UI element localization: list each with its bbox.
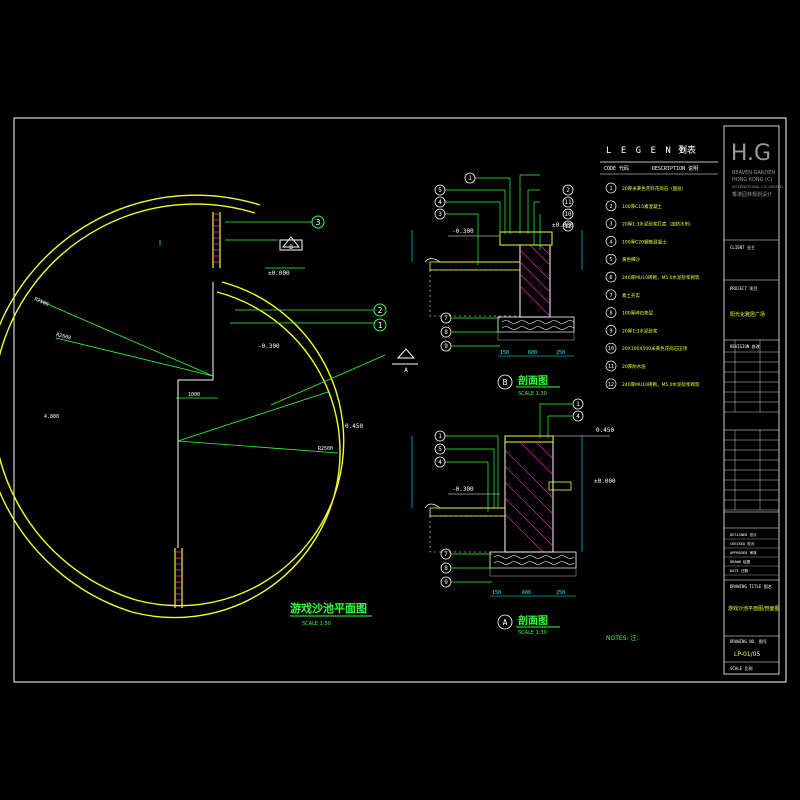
svg-text:REVISION 修改: REVISION 修改	[730, 343, 760, 349]
svg-text:1: 1	[576, 401, 580, 408]
plan-scale: SCALE 1:50	[302, 621, 331, 627]
svg-text:DRAWING NO. 图号: DRAWING NO. 图号	[730, 638, 767, 644]
svg-text:B: B	[289, 244, 293, 251]
legend-code: 3	[609, 222, 612, 228]
company-logo: H.G	[731, 141, 771, 166]
svg-text:PROJECT 项目: PROJECT 项目	[730, 285, 757, 291]
svg-text:3: 3	[316, 218, 321, 227]
legend-code: 2	[609, 204, 612, 210]
svg-text:8: 8	[444, 329, 448, 336]
svg-text:A: A	[404, 367, 408, 374]
svg-text:4: 4	[576, 413, 580, 420]
legend-code: 4	[609, 239, 612, 245]
project-name: 阳光化雅居广场	[730, 311, 765, 318]
cad-drawing-sheet: 3 2 1 B A ±0.000 -0.300 0.450 R2500 R260…	[0, 0, 800, 800]
legend-title-cn: 列表	[678, 144, 696, 156]
svg-text:0.450: 0.450	[596, 427, 614, 434]
sign-row-label: APPROVED 审核	[730, 550, 757, 555]
svg-text:DESCRIPTION 说明: DESCRIPTION 说明	[652, 165, 698, 172]
svg-text:SCALE 1:30: SCALE 1:30	[518, 391, 547, 397]
legend-code: 9	[609, 328, 612, 334]
svg-text:150: 150	[492, 590, 501, 596]
svg-text:BEAVEN GARDEN: BEAVEN GARDEN	[732, 170, 775, 176]
legend-description: 240厚MU10砖砌，M5.0水泥砂浆砌筑	[622, 381, 700, 388]
svg-text:香港园林规划设计: 香港园林规划设计	[732, 191, 772, 198]
svg-text:9: 9	[444, 343, 448, 350]
legend-code: 12	[608, 382, 614, 388]
sign-row-label: DATE 日期	[730, 568, 748, 573]
legend-description: 240厚MU10砖砌，M5.0水泥砂浆砌筑	[622, 274, 700, 281]
svg-text:7: 7	[444, 551, 448, 558]
svg-text:-0.300: -0.300	[452, 486, 474, 493]
plan-title: 游戏沙池平面图	[290, 601, 367, 615]
drawing-title: 游戏沙池平面图/剖面图	[728, 605, 780, 612]
legend-description: 20厚1:3水泥砂浆打底（加防水剂）	[622, 221, 693, 228]
svg-text:10: 10	[564, 211, 572, 218]
svg-text:B: B	[503, 378, 508, 387]
legend-code: 8	[609, 311, 612, 317]
plan-dim-stair: 1000	[188, 392, 200, 398]
svg-text:600: 600	[528, 350, 537, 356]
svg-text:2: 2	[566, 187, 570, 194]
legend-description: 黄色细沙	[622, 256, 640, 263]
plan-dim-left-mid: 4.800	[44, 414, 59, 420]
plan-level-center: -0.300	[258, 343, 280, 350]
svg-text:A: A	[503, 618, 508, 627]
plan-level-right: 0.450	[345, 423, 363, 430]
svg-text:5: 5	[438, 187, 442, 194]
svg-text:1: 1	[378, 321, 383, 330]
svg-text:HONG KONG (C): HONG KONG (C)	[732, 177, 772, 183]
svg-text:600: 600	[522, 590, 531, 596]
svg-text:8: 8	[444, 565, 448, 572]
legend-description: 20厚防水层	[622, 363, 646, 370]
legend-description: 100厚C15素混凝土	[622, 203, 662, 210]
legend-title: L E G E N D	[606, 146, 688, 156]
svg-text:1: 1	[438, 433, 442, 440]
legend-description: 素土夯实	[622, 292, 640, 299]
legend-description: 100厚碎石垫层	[622, 310, 654, 317]
svg-text:12: 12	[564, 223, 572, 230]
svg-text:-0.300: -0.300	[452, 228, 474, 235]
svg-text:INTERNATIONAL CO.,LIMITED: INTERNATIONAL CO.,LIMITED	[732, 185, 783, 189]
legend-notes: NOTES: 注：	[606, 634, 642, 642]
legend-description: 20厚米黄色荒料花岗石（面层）	[622, 185, 686, 192]
svg-text:SCALE 比例: SCALE 比例	[730, 665, 752, 671]
legend-code: 5	[609, 257, 612, 263]
legend-description: 20厚1:3水泥砂浆	[622, 327, 658, 334]
legend-code: 10	[608, 346, 614, 352]
sign-row-label: DESIGNED 设计	[730, 532, 757, 537]
sign-row-label: CHECKED 校对	[730, 541, 755, 546]
svg-text:2: 2	[378, 306, 383, 315]
legend-code: 7	[609, 293, 612, 299]
svg-text:150: 150	[500, 350, 509, 356]
svg-text:5: 5	[438, 446, 442, 453]
svg-text:CLIENT 业主: CLIENT 业主	[730, 244, 755, 250]
section-a-title: 剖面图	[518, 614, 548, 627]
legend-description: 20X100X500米黄色花岗石压顶	[622, 345, 688, 352]
section-b-title: 剖面图	[518, 374, 548, 387]
legend-code: 6	[609, 275, 612, 281]
svg-text:SCALE 1:30: SCALE 1:30	[518, 630, 547, 636]
svg-text:3: 3	[438, 211, 442, 218]
svg-text:1: 1	[468, 175, 472, 182]
plan-level-top: ±0.000	[268, 270, 290, 277]
svg-text:9: 9	[444, 579, 448, 586]
plan-dim-right-lower: R2500	[318, 446, 333, 452]
svg-text:DRAWING TITLE 图名: DRAWING TITLE 图名	[730, 583, 772, 589]
svg-text:CODE 代码: CODE 代码	[604, 165, 629, 172]
drawing-number: LP-01/05	[734, 651, 760, 658]
svg-text:4: 4	[438, 199, 442, 206]
svg-text:4: 4	[438, 459, 442, 466]
legend-code: 11	[608, 364, 614, 370]
svg-text:±0.000: ±0.000	[594, 478, 616, 485]
svg-text:250: 250	[556, 350, 565, 356]
svg-text:11: 11	[564, 199, 572, 206]
svg-text:250: 250	[556, 590, 565, 596]
svg-text:7: 7	[444, 315, 448, 322]
legend-code: 1	[609, 186, 612, 192]
sign-row-label: DRAWN 绘图	[730, 559, 751, 564]
legend-description: 100厚C20钢筋混凝土	[622, 238, 667, 245]
